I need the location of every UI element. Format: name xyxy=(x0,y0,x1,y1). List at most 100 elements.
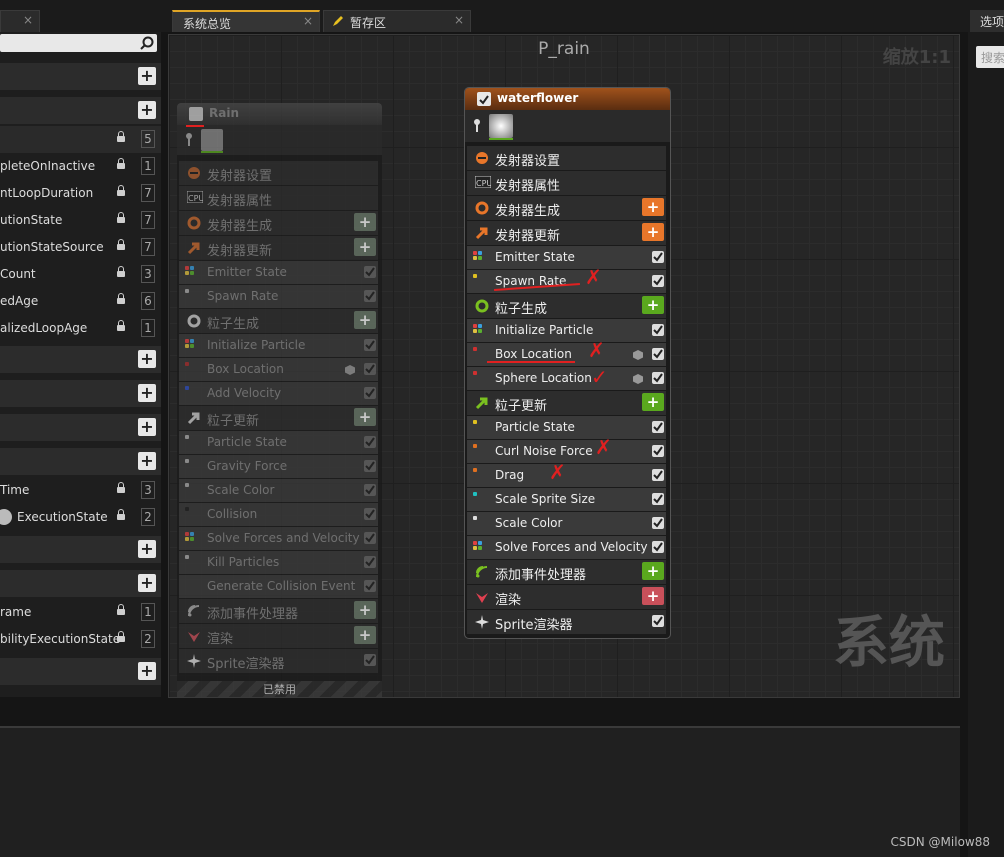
system-graph[interactable]: P_rain 缩放1:1 系统 Rain 发射器设置 CPU 发射器属性 发射器生成 +… xyxy=(168,34,960,698)
stage-row[interactable]: Sprite渲染器 xyxy=(179,649,378,673)
add-module-button[interactable]: + xyxy=(642,223,664,241)
module-enable-checkbox[interactable] xyxy=(652,421,664,433)
add-module-button[interactable]: + xyxy=(642,587,664,605)
module-enable-checkbox[interactable] xyxy=(652,348,664,360)
parameter-row[interactable]: Time 3 xyxy=(0,477,161,504)
stage-row[interactable]: CPU 发射器属性 xyxy=(179,186,378,210)
stage-row[interactable]: 粒子生成 + xyxy=(179,309,378,333)
module-row[interactable]: Initialize Particle xyxy=(467,319,666,342)
module-row[interactable]: Curl Noise Force xyxy=(467,440,666,463)
stage-row[interactable]: Sprite渲染器 xyxy=(467,610,666,634)
module-row[interactable]: Kill Particles xyxy=(179,551,378,574)
parameter-row[interactable]: ntLoopDuration 7 xyxy=(0,180,161,207)
parameter-row[interactable]: 5 xyxy=(0,126,161,153)
close-icon[interactable]: × xyxy=(23,13,33,27)
stage-row[interactable]: 粒子更新 + xyxy=(467,391,666,415)
parameter-row[interactable]: bilityExecutionState 2 xyxy=(0,626,161,653)
add-icon[interactable]: + xyxy=(138,384,156,402)
add-module-button[interactable]: + xyxy=(642,198,664,216)
module-row[interactable]: Spawn Rate xyxy=(179,285,378,308)
module-enable-checkbox[interactable] xyxy=(364,339,376,351)
stage-row[interactable]: 发射器设置 xyxy=(467,146,666,170)
module-enable-checkbox[interactable] xyxy=(652,469,664,481)
module-enable-checkbox[interactable] xyxy=(364,484,376,496)
module-row[interactable]: Particle State xyxy=(179,431,378,454)
section-header[interactable]: + xyxy=(0,658,161,685)
module-enable-checkbox[interactable] xyxy=(364,266,376,278)
parameter-row[interactable]: alizedLoopAge 1 xyxy=(0,315,161,342)
add-module-button[interactable]: + xyxy=(354,213,376,231)
section-header[interactable]: + xyxy=(0,380,161,407)
module-enable-checkbox[interactable] xyxy=(652,324,664,336)
module-row[interactable]: Sphere Location xyxy=(467,367,666,390)
module-enable-checkbox[interactable] xyxy=(652,541,664,553)
add-icon[interactable]: + xyxy=(138,350,156,368)
parameter-row[interactable]: ExecutionState 2 xyxy=(0,504,161,531)
add-icon[interactable]: + xyxy=(138,452,156,470)
emitter-node-rain[interactable]: Rain 发射器设置 CPU 发射器属性 发射器生成 + 发射器更新 + Emitter St… xyxy=(177,103,382,697)
add-icon[interactable]: + xyxy=(138,101,156,119)
section-header[interactable]: + xyxy=(0,448,161,475)
add-module-button[interactable]: + xyxy=(354,311,376,329)
parameter-row[interactable]: pleteOnInactive 1 xyxy=(0,153,161,180)
stage-row[interactable]: 粒子更新 + xyxy=(179,406,378,430)
stage-row[interactable]: 发射器更新 + xyxy=(467,221,666,245)
add-icon[interactable]: + xyxy=(138,67,156,85)
module-enable-checkbox[interactable] xyxy=(364,460,376,472)
enable-checkbox[interactable] xyxy=(477,92,491,106)
section-header[interactable]: + xyxy=(0,414,161,441)
add-icon[interactable]: + xyxy=(138,540,156,558)
module-row[interactable]: Drag xyxy=(467,464,666,487)
module-row[interactable]: Scale Color xyxy=(467,512,666,535)
add-icon[interactable]: + xyxy=(138,574,156,592)
add-module-button[interactable]: + xyxy=(354,238,376,256)
tab-left[interactable]: × xyxy=(0,10,40,32)
module-enable-checkbox[interactable] xyxy=(364,387,376,399)
add-icon[interactable]: + xyxy=(138,418,156,436)
module-row[interactable]: Solve Forces and Velocity xyxy=(179,527,378,550)
module-enable-checkbox[interactable] xyxy=(652,251,664,263)
module-row[interactable]: Scale Sprite Size xyxy=(467,488,666,511)
stage-row[interactable]: 渲染 + xyxy=(467,585,666,609)
module-row[interactable]: Gravity Force xyxy=(179,455,378,478)
add-module-button[interactable]: + xyxy=(354,626,376,644)
stage-row[interactable]: 发射器更新 + xyxy=(179,236,378,260)
add-module-button[interactable]: + xyxy=(354,408,376,426)
section-header[interactable]: + xyxy=(0,346,161,373)
stage-row[interactable]: 发射器生成 + xyxy=(467,196,666,220)
module-enable-checkbox[interactable] xyxy=(364,654,376,666)
module-enable-checkbox[interactable] xyxy=(364,363,376,375)
module-enable-checkbox[interactable] xyxy=(364,580,376,592)
emitter-header[interactable]: Rain xyxy=(177,103,382,125)
module-row[interactable]: Emitter State xyxy=(467,246,666,269)
module-enable-checkbox[interactable] xyxy=(652,615,664,627)
module-row[interactable]: Generate Collision Event xyxy=(179,575,378,598)
tab-scratch-pad[interactable]: 暂存区 × xyxy=(323,10,471,32)
add-module-button[interactable]: + xyxy=(642,393,664,411)
parameter-row[interactable]: utionStateSource 7 xyxy=(0,234,161,261)
parameter-row[interactable]: utionState 7 xyxy=(0,207,161,234)
module-enable-checkbox[interactable] xyxy=(652,445,664,457)
stage-row[interactable]: CPU 发射器属性 xyxy=(467,171,666,195)
tab-system-overview[interactable]: 系统总览 × xyxy=(172,10,320,32)
module-row[interactable]: Collision xyxy=(179,503,378,526)
stage-row[interactable]: 添加事件处理器 + xyxy=(179,599,378,623)
section-header[interactable]: + xyxy=(0,536,161,563)
add-module-button[interactable]: + xyxy=(354,601,376,619)
stage-row[interactable]: 发射器设置 xyxy=(179,161,378,185)
parameter-row[interactable]: rame 1 xyxy=(0,599,161,626)
emitter-header[interactable]: waterflower xyxy=(465,88,670,110)
close-icon[interactable]: × xyxy=(454,13,464,27)
emitter-node-waterflower[interactable]: waterflower 发射器设置 CPU 发射器属性 发射器生成 + 发射器更新 + Emi… xyxy=(465,88,670,638)
module-enable-checkbox[interactable] xyxy=(364,556,376,568)
module-row[interactable]: Particle State xyxy=(467,416,666,439)
module-enable-checkbox[interactable] xyxy=(364,532,376,544)
close-icon[interactable]: × xyxy=(303,14,313,28)
search-input[interactable] xyxy=(0,34,157,52)
module-enable-checkbox[interactable] xyxy=(364,290,376,302)
module-row[interactable]: Solve Forces and Velocity xyxy=(467,536,666,559)
section-header[interactable]: + xyxy=(0,570,161,597)
search-input[interactable]: 搜索 xyxy=(976,46,1004,68)
module-row[interactable]: Add Velocity xyxy=(179,382,378,405)
module-row[interactable]: Box Location xyxy=(179,358,378,381)
